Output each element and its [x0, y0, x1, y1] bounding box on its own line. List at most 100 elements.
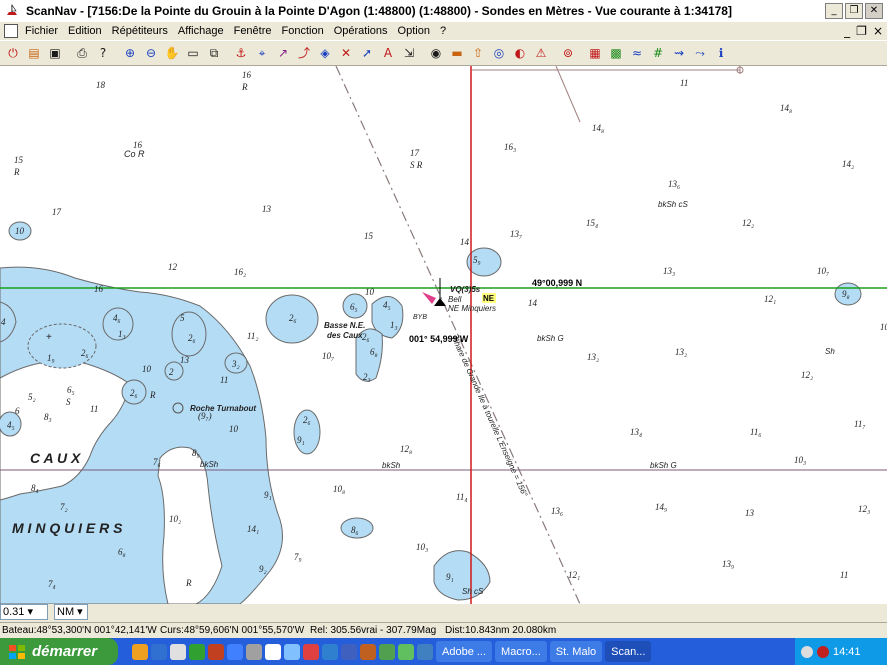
quick-launch-icon[interactable]	[132, 643, 148, 660]
quick-launch-icon[interactable]	[379, 643, 395, 660]
measure-icon[interactable]: ⇲	[399, 43, 419, 63]
shoal-depth: 9₁	[297, 435, 305, 445]
current-icon[interactable]: #	[648, 43, 668, 63]
wind-icon[interactable]: ⇝	[669, 43, 689, 63]
quick-launch-icon[interactable]	[208, 643, 224, 660]
volume-icon[interactable]	[817, 645, 829, 658]
pan-hand-icon[interactable]: ✋	[162, 43, 182, 63]
cross-route-icon[interactable]: ✕	[336, 43, 356, 63]
info-icon[interactable]: ℹ	[711, 43, 731, 63]
exit-icon[interactable]: ⏻	[3, 43, 23, 63]
menu-fenetre[interactable]: Fenêtre	[229, 25, 277, 37]
lifebuoy-icon[interactable]: ⊚	[558, 43, 578, 63]
start-button[interactable]: démarrer	[0, 638, 118, 665]
quick-launch-icon[interactable]	[246, 643, 262, 660]
depth-sounding: R	[185, 578, 192, 588]
depth-sounding: 6₈	[118, 547, 126, 557]
menu-fonction[interactable]: Fonction	[277, 25, 329, 37]
label-sh: Sh	[825, 347, 835, 356]
maximize-button[interactable]: ❐	[845, 3, 863, 19]
menu-operations[interactable]: Opérations	[329, 25, 393, 37]
close-button[interactable]: ✕	[865, 3, 883, 19]
label-bksh-1: bkSh	[200, 460, 219, 469]
scannav-logo-icon	[7, 4, 17, 15]
minimize-button[interactable]: _	[825, 3, 843, 19]
menu-affichage[interactable]: Affichage	[173, 25, 229, 37]
mdi-minimize-button[interactable]: _	[844, 24, 850, 38]
label-cor: Co R	[124, 149, 145, 159]
depth-sounding: 13₉	[722, 559, 734, 569]
waypoint-icon[interactable]: ◈	[315, 43, 335, 63]
quick-launch-icon[interactable]	[417, 643, 433, 660]
save-icon[interactable]: ▣	[45, 43, 65, 63]
quick-launch-icon[interactable]	[151, 643, 167, 660]
chart-map[interactable]: 18 16 R 16 15 R 17 13 15 17 S R 14 12 16₂ 16 11 14₈ 14₈ 16…	[0, 66, 887, 604]
quick-launch-icon[interactable]	[398, 643, 414, 660]
quick-launch-icon[interactable]	[170, 643, 186, 660]
zoom-out-icon[interactable]: ⊖	[141, 43, 161, 63]
shoal-26-west	[27, 323, 97, 369]
cursor-route-icon[interactable]: ➚	[357, 43, 377, 63]
help-pointer-icon[interactable]: ?	[93, 43, 113, 63]
target-icon[interactable]: ◎	[489, 43, 509, 63]
scale-select[interactable]: 0.31 ▾	[0, 604, 48, 620]
text-icon[interactable]: A	[378, 43, 398, 63]
crosshair-icon[interactable]: ⌖	[252, 43, 272, 63]
label-ne-minquiers: NE Minquiers	[448, 304, 496, 313]
quick-launch-icon[interactable]	[341, 643, 357, 660]
toolbar-separator	[114, 43, 119, 63]
man-overboard-icon[interactable]: ⚠	[531, 43, 551, 63]
mdi-close-button[interactable]: ×	[873, 24, 883, 38]
task-adobe-label: Adobe ...	[442, 645, 487, 658]
open-chart-icon[interactable]: ▤	[24, 43, 44, 63]
depth-sounding: 10	[880, 322, 887, 332]
track-icon[interactable]: ⤴	[294, 43, 314, 63]
depth-sounding: 8₄	[31, 483, 39, 493]
quick-launch-icon[interactable]	[265, 643, 281, 660]
route-icon[interactable]: ↗	[273, 43, 293, 63]
label-roche: Roche Turnabout	[190, 404, 256, 413]
unit-select[interactable]: NM ▾	[54, 604, 88, 620]
chart-map-canvas[interactable]: 1816R1615R17 131517S R1412 16₂161114₈14₈16…	[0, 66, 887, 604]
label-bell: Bell	[448, 295, 462, 304]
boat-anchor-icon[interactable]: ⚓	[231, 43, 251, 63]
quick-launch-icon[interactable]	[360, 643, 376, 660]
network-icon[interactable]	[801, 645, 813, 658]
depth-sounding: 10₇	[817, 266, 829, 276]
trend-icon[interactable]: ⤳	[690, 43, 710, 63]
radar-icon[interactable]: ◐	[510, 43, 530, 63]
north-up-icon[interactable]: ⇧	[468, 43, 488, 63]
menu-help[interactable]: ?	[435, 25, 451, 37]
tide-icon[interactable]: ≈	[627, 43, 647, 63]
print-icon[interactable]: ⎙	[72, 43, 92, 63]
menu-fichier[interactable]: Fichier	[20, 25, 63, 37]
depth-sounding: 15	[14, 155, 24, 165]
quick-launch-icon[interactable]	[284, 643, 300, 660]
select-rect-icon[interactable]: ▭	[183, 43, 203, 63]
quick-launch-icon[interactable]	[189, 643, 205, 660]
quick-launch-icon[interactable]	[227, 643, 243, 660]
nmea-icon[interactable]: ▬	[447, 43, 467, 63]
label-basse-2: des Caux	[327, 331, 363, 340]
quick-launch-icon[interactable]	[303, 643, 319, 660]
task-macro[interactable]: Macro...	[495, 641, 547, 662]
quick-launch-icon[interactable]	[322, 643, 338, 660]
layers-icon[interactable]: ▩	[606, 43, 626, 63]
document-icon[interactable]	[4, 24, 18, 38]
gps-icon[interactable]: ◉	[426, 43, 446, 63]
task-adobe[interactable]: Adobe ...	[436, 641, 493, 662]
shoal-depth: 6₈	[370, 347, 378, 357]
fit-icon[interactable]: ⧉	[204, 43, 224, 63]
depth-sounding: 14	[528, 298, 538, 308]
mdi-restore-button[interactable]: ❐	[856, 24, 867, 38]
depth-sounding: 15₄	[586, 218, 598, 228]
menu-repetiteurs[interactable]: Répétiteurs	[107, 25, 173, 37]
zoom-in-icon[interactable]: ⊕	[120, 43, 140, 63]
menu-edition[interactable]: Edition	[63, 25, 107, 37]
shoal-depth: 5	[180, 313, 185, 323]
grid-icon[interactable]: ▦	[585, 43, 605, 63]
shoal-depth: 2₃	[363, 372, 371, 382]
menu-option[interactable]: Option	[393, 25, 435, 37]
task-scannav[interactable]: Scan...	[605, 641, 652, 662]
task-st-malo[interactable]: St. Malo	[549, 641, 603, 662]
